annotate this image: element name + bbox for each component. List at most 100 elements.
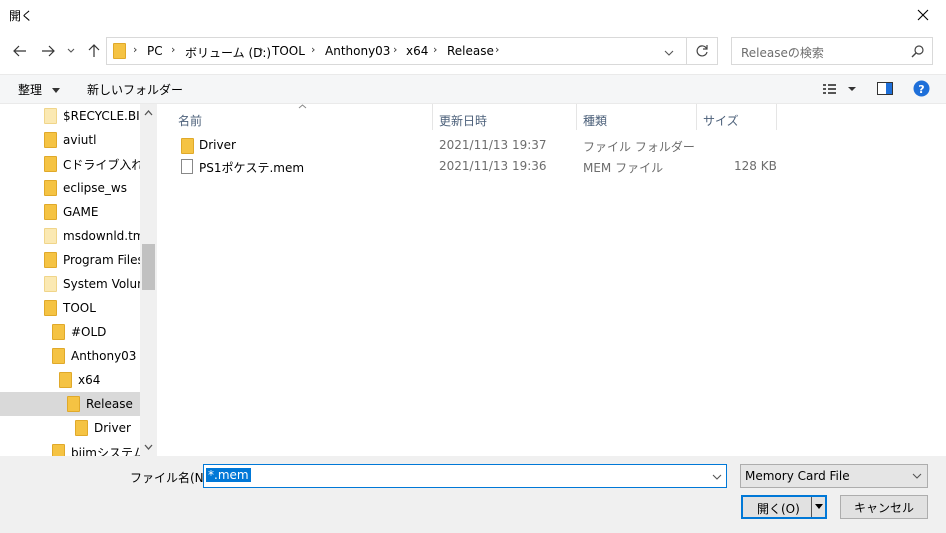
folder-icon bbox=[75, 420, 88, 436]
folder-icon bbox=[59, 372, 72, 388]
refresh-icon bbox=[696, 45, 708, 57]
organize-label: 整理 bbox=[18, 83, 43, 97]
chevron-down-icon bbox=[912, 473, 922, 479]
nav-scrollbar-thumb[interactable] bbox=[142, 244, 155, 290]
column-divider[interactable] bbox=[432, 104, 433, 130]
folder-icon bbox=[44, 156, 57, 172]
folder-icon bbox=[181, 138, 194, 154]
bottom-panel: ファイル名(N): *.mem Memory Card File 開く(O) キ… bbox=[0, 456, 946, 533]
file-row[interactable]: PS1ポケステ.mem 2021/11/13 19:36 MEM ファイル 12… bbox=[157, 156, 777, 177]
address-dropdown-button[interactable] bbox=[664, 46, 674, 60]
tree-item[interactable]: msdownld.tmp bbox=[0, 224, 140, 248]
folder-icon bbox=[44, 228, 57, 244]
column-divider[interactable] bbox=[576, 104, 577, 130]
filename-input[interactable]: *.mem bbox=[203, 464, 727, 488]
chevron-down-icon[interactable] bbox=[712, 474, 722, 480]
file-row[interactable]: Driver 2021/11/13 19:37 ファイル フォルダー bbox=[157, 135, 777, 156]
tree-item[interactable]: Program Files bbox=[0, 248, 140, 272]
file-list[interactable]: 名前 更新日時 種類 サイズ Driver 2021/11/13 19:37 フ… bbox=[157, 104, 946, 456]
breadcrumb-x64[interactable]: x64 bbox=[406, 44, 428, 58]
open-button[interactable]: 開く(O) bbox=[741, 495, 827, 519]
column-divider[interactable] bbox=[696, 104, 697, 130]
breadcrumb-separator-icon[interactable]: › bbox=[433, 43, 437, 56]
folder-icon bbox=[44, 108, 57, 124]
forward-button[interactable] bbox=[37, 40, 59, 62]
scroll-up-icon[interactable] bbox=[144, 110, 153, 116]
tree-item[interactable]: Cドライブ入れ替え bbox=[0, 152, 140, 176]
arrow-left-icon bbox=[13, 45, 26, 57]
arrow-up-icon bbox=[88, 44, 100, 57]
tree-item[interactable]: eclipse_ws bbox=[0, 176, 140, 200]
tree-item[interactable]: Anthony03 bbox=[0, 344, 140, 368]
back-button[interactable] bbox=[9, 40, 31, 62]
svg-text:?: ? bbox=[918, 83, 924, 96]
breadcrumb-separator-icon[interactable]: › bbox=[495, 43, 499, 56]
tree-item[interactable]: x64 bbox=[0, 368, 140, 392]
breadcrumb-separator-icon[interactable]: › bbox=[259, 43, 263, 56]
close-icon bbox=[917, 9, 929, 21]
chevron-down-icon[interactable] bbox=[815, 504, 823, 509]
preview-pane-icon bbox=[877, 82, 893, 95]
folder-icon bbox=[44, 204, 57, 220]
breadcrumb-tool[interactable]: TOOL bbox=[272, 44, 305, 58]
breadcrumb-pc[interactable]: PC bbox=[147, 44, 163, 58]
search-input[interactable]: Releaseの検索 bbox=[731, 37, 933, 65]
tree-item[interactable]: TOOL bbox=[0, 296, 140, 320]
up-button[interactable] bbox=[83, 40, 105, 62]
folder-icon bbox=[44, 132, 57, 148]
file-type-filter[interactable]: Memory Card File bbox=[740, 464, 928, 488]
help-button[interactable]: ? bbox=[913, 80, 930, 100]
arrow-right-icon bbox=[42, 45, 55, 57]
breadcrumb-separator-icon[interactable]: › bbox=[311, 43, 315, 56]
tree-item[interactable]: #OLD bbox=[0, 320, 140, 344]
tree-item-selected[interactable]: Release bbox=[0, 392, 140, 416]
new-folder-button[interactable]: 新しいフォルダー bbox=[87, 81, 183, 98]
tree-item[interactable]: System Volume bbox=[0, 272, 140, 296]
tree-item[interactable]: aviutl bbox=[0, 128, 140, 152]
tree-item[interactable]: Driver bbox=[0, 416, 140, 440]
column-header-name[interactable]: 名前 bbox=[178, 108, 202, 132]
folder-icon bbox=[52, 444, 65, 456]
file-size: 128 KB bbox=[734, 159, 777, 173]
sort-ascending-icon bbox=[298, 104, 307, 109]
close-button[interactable] bbox=[900, 0, 946, 30]
breadcrumb-release[interactable]: Release bbox=[447, 44, 494, 58]
open-label: 開く(O) bbox=[757, 502, 800, 516]
folder-icon bbox=[44, 180, 57, 196]
breadcrumb-separator-icon[interactable]: › bbox=[171, 43, 175, 56]
chevron-down-icon bbox=[664, 50, 674, 56]
chevron-down-icon bbox=[67, 48, 75, 53]
tree-item[interactable]: $RECYCLE.BIN bbox=[0, 104, 140, 128]
split-divider bbox=[811, 497, 812, 517]
breadcrumb-separator-icon[interactable]: › bbox=[393, 43, 397, 56]
recent-locations-button[interactable] bbox=[63, 40, 79, 62]
folder-icon bbox=[44, 276, 57, 292]
title-bar: 開く bbox=[0, 0, 946, 30]
view-list-icon bbox=[823, 84, 856, 94]
scroll-down-icon[interactable] bbox=[144, 444, 153, 450]
address-bar[interactable]: › PC › ボリューム (D:) › TOOL › Anthony03 › x… bbox=[106, 37, 687, 65]
column-header-date[interactable]: 更新日時 bbox=[439, 108, 487, 132]
tree-item[interactable]: biimシステム bbox=[0, 440, 140, 456]
folder-icon bbox=[67, 396, 80, 412]
search-placeholder: Releaseの検索 bbox=[741, 46, 824, 60]
file-date: 2021/11/13 19:37 bbox=[439, 138, 547, 152]
folder-icon bbox=[52, 348, 65, 364]
file-name: Driver bbox=[199, 138, 236, 152]
folder-icon bbox=[44, 300, 57, 316]
view-options-button[interactable] bbox=[822, 82, 862, 99]
cancel-button[interactable]: キャンセル bbox=[840, 495, 928, 519]
filename-label: ファイル名(N): bbox=[130, 471, 213, 485]
preview-pane-button[interactable] bbox=[877, 82, 893, 98]
column-header-size[interactable]: サイズ bbox=[703, 108, 739, 132]
navigation-pane[interactable]: $RECYCLE.BIN aviutl Cドライブ入れ替え eclipse_ws… bbox=[0, 104, 157, 456]
breadcrumb-anthony03[interactable]: Anthony03 bbox=[325, 44, 390, 58]
chevron-down-icon bbox=[51, 87, 60, 93]
breadcrumb-separator-icon[interactable]: › bbox=[133, 43, 137, 56]
column-divider[interactable] bbox=[776, 104, 777, 130]
file-type: MEM ファイル bbox=[583, 161, 664, 175]
column-header-type[interactable]: 種類 bbox=[583, 108, 607, 132]
organize-button[interactable]: 整理 bbox=[18, 81, 60, 98]
refresh-button[interactable] bbox=[687, 37, 718, 65]
tree-item[interactable]: GAME bbox=[0, 200, 140, 224]
